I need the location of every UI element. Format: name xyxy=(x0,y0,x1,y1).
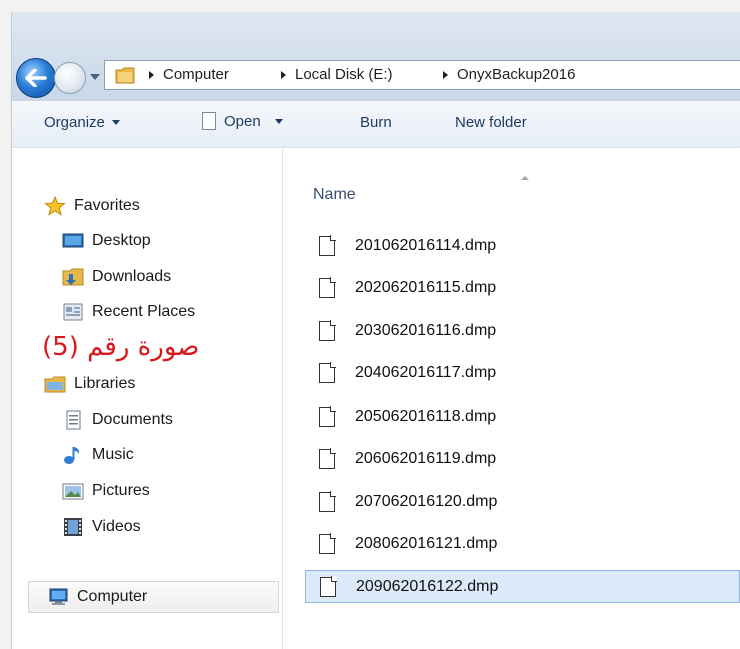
file-row[interactable]: 204062016117.dmp xyxy=(305,356,740,389)
sidebar-item-label: Recent Places xyxy=(92,303,196,320)
star-icon xyxy=(44,196,66,216)
file-icon xyxy=(319,234,336,256)
sidebar-item-recent-places[interactable]: Recent Places xyxy=(62,302,195,322)
screenshot-frame: Computer Local Disk (E:) OnyxBackup2016 … xyxy=(0,0,740,649)
file-name: 201062016114.dmp xyxy=(355,236,497,254)
breadcrumb-label: OnyxBackup2016 xyxy=(457,66,576,83)
sidebar-item-videos[interactable]: Videos xyxy=(62,517,141,537)
pictures-icon xyxy=(62,483,84,500)
file-name: 207062016120.dmp xyxy=(355,492,498,510)
file-name: 203062016116.dmp xyxy=(355,321,497,339)
sidebar-item-downloads[interactable]: Downloads xyxy=(62,267,171,287)
file-row[interactable]: 203062016116.dmp xyxy=(305,314,740,347)
downloads-folder-icon xyxy=(62,268,84,286)
explorer-window: Computer Local Disk (E:) OnyxBackup2016 … xyxy=(12,12,740,649)
sidebar-item-label: Favorites xyxy=(74,197,140,214)
folder-icon xyxy=(115,67,135,84)
file-list-pane: Name 201062016114.dmp 202062016115.dmp 2… xyxy=(283,146,740,649)
open-label: Open xyxy=(224,112,261,130)
image-caption-annotation: صورة رقم (5) xyxy=(42,332,200,362)
file-row[interactable]: 206062016119.dmp xyxy=(305,442,740,475)
sidebar-item-libraries[interactable]: Libraries xyxy=(44,374,135,394)
computer-entry: Computer xyxy=(47,587,147,607)
file-row[interactable]: 201062016114.dmp xyxy=(305,229,740,262)
libraries-icon xyxy=(44,376,66,393)
open-button[interactable]: Open xyxy=(202,112,283,130)
forward-button[interactable] xyxy=(54,62,86,94)
recent-places-icon xyxy=(63,303,83,321)
file-name: 209062016122.dmp xyxy=(356,577,499,595)
file-row[interactable]: 202062016115.dmp xyxy=(305,271,740,304)
title-bar: Computer Local Disk (E:) OnyxBackup2016 xyxy=(12,12,740,100)
column-header-name[interactable]: Name xyxy=(313,186,356,204)
file-name: 202062016115.dmp xyxy=(355,278,497,296)
sort-ascending-icon xyxy=(521,176,529,180)
chevron-down-icon xyxy=(274,118,283,124)
recent-pages-dropdown[interactable] xyxy=(90,74,100,80)
file-icon xyxy=(319,532,336,554)
file-name: 208062016121.dmp xyxy=(355,534,498,552)
file-icon xyxy=(319,276,336,298)
sidebar-item-desktop[interactable]: Desktop xyxy=(62,231,151,251)
sidebar-item-computer[interactable]: Computer xyxy=(28,581,279,613)
document-icon xyxy=(202,112,216,130)
navigation-pane: Favorites Desktop Downloads Recent Place… xyxy=(12,146,283,649)
file-icon xyxy=(319,447,336,469)
command-bar: Organize Open Burn New folder xyxy=(12,100,740,148)
new-folder-label: New folder xyxy=(455,114,527,131)
breadcrumb-onyxbackup[interactable]: OnyxBackup2016 xyxy=(443,66,575,83)
file-name: 205062016118.dmp xyxy=(355,407,497,425)
breadcrumb-arrow-icon xyxy=(281,70,286,79)
file-icon xyxy=(319,405,336,427)
file-icon xyxy=(320,575,337,597)
burn-button[interactable]: Burn xyxy=(360,114,392,131)
file-row[interactable]: 208062016121.dmp xyxy=(305,527,740,560)
file-icon xyxy=(319,319,336,341)
new-folder-button[interactable]: New folder xyxy=(455,114,527,131)
sidebar-item-documents[interactable]: Documents xyxy=(62,410,173,430)
music-note-icon xyxy=(64,447,80,464)
breadcrumb-local-disk[interactable]: Local Disk (E:) xyxy=(281,66,393,83)
burn-label: Burn xyxy=(360,114,392,131)
file-icon xyxy=(319,361,336,383)
sidebar-item-label: Documents xyxy=(92,411,173,428)
file-row-selected[interactable]: 209062016122.dmp xyxy=(305,570,740,603)
back-arrow-icon xyxy=(25,69,47,87)
sidebar-item-label: Libraries xyxy=(74,375,136,392)
breadcrumb-arrow-icon xyxy=(443,70,448,79)
organize-label: Organize xyxy=(44,114,105,131)
address-bar[interactable]: Computer Local Disk (E:) OnyxBackup2016 xyxy=(104,60,740,90)
sidebar-item-pictures[interactable]: Pictures xyxy=(62,481,150,501)
sidebar-item-label: Computer xyxy=(77,588,148,605)
computer-icon xyxy=(49,588,68,605)
breadcrumb-computer[interactable]: Computer xyxy=(149,66,229,83)
sidebar-item-label: Desktop xyxy=(92,232,151,249)
sidebar-item-label: Videos xyxy=(92,518,141,535)
file-name: 206062016119.dmp xyxy=(355,449,497,467)
videos-icon xyxy=(64,518,82,536)
breadcrumb-arrow-icon xyxy=(149,70,154,79)
file-icon xyxy=(319,490,336,512)
documents-icon xyxy=(66,410,81,430)
sidebar-item-favorites[interactable]: Favorites xyxy=(44,196,140,216)
sidebar-item-label: Music xyxy=(92,446,134,463)
desktop-icon xyxy=(62,233,84,248)
file-name: 204062016117.dmp xyxy=(355,363,497,381)
organize-button[interactable]: Organize xyxy=(44,114,120,131)
sidebar-item-label: Pictures xyxy=(92,482,150,499)
chevron-down-icon xyxy=(111,120,120,125)
file-row[interactable]: 207062016120.dmp xyxy=(305,485,740,518)
sidebar-item-label: Downloads xyxy=(92,268,172,285)
back-button[interactable] xyxy=(16,58,56,98)
breadcrumb-label: Local Disk (E:) xyxy=(295,66,393,83)
sidebar-item-music[interactable]: Music xyxy=(62,445,134,465)
file-row[interactable]: 205062016118.dmp xyxy=(305,400,740,433)
breadcrumb-label: Computer xyxy=(163,66,229,83)
